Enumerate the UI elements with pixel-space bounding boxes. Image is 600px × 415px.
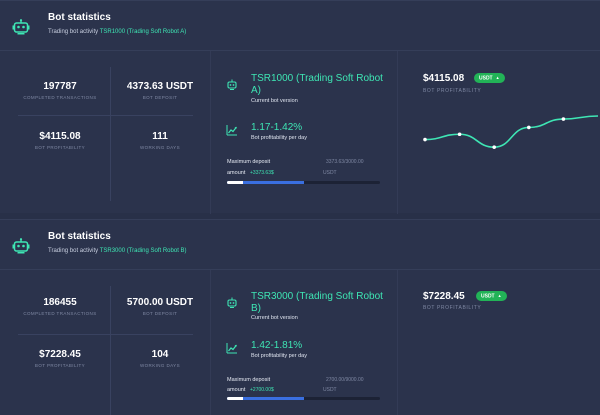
profitability-value: $7228.45 [423, 291, 465, 302]
stat-bot-deposit: 5700.00 USDT BOT DEPOSIT [110, 297, 210, 316]
profit-range-label: Bot profitability per day [251, 135, 307, 141]
max-deposit-value: 2700.00/9000.00 [326, 377, 364, 383]
profitability-value: $4115.08 [423, 73, 465, 84]
sparkline-point [457, 132, 462, 137]
stat-value: 197787 [43, 81, 77, 92]
stat-label: COMPLETED TRANSACTIONS [23, 311, 97, 316]
bot-name: TSR1000 (Trading Soft Robot A) [251, 73, 383, 96]
amount-label: amount [227, 387, 246, 393]
stat-label: WORKING DAYS [140, 145, 180, 150]
sparkline-point [423, 137, 427, 142]
robot-icon [227, 297, 237, 308]
profit-range-label: Bot profitability per day [251, 353, 307, 359]
divider [18, 115, 193, 116]
robot-icon [12, 19, 30, 35]
profit-sparkline [423, 115, 599, 149]
subtitle-bot-link[interactable]: TSR3000 (Trading Soft Robot B) [100, 248, 187, 254]
stat-working-days: 104 WORKING DAYS [110, 349, 210, 368]
bot-card-1: Bot statistics Trading bot activity TSR1… [0, 0, 600, 214]
bot-version-label: Current bot version [251, 315, 298, 321]
currency-dropdown[interactable]: USDT ▲ [476, 291, 507, 301]
stat-label: BOT DEPOSIT [142, 95, 178, 100]
chart-growth-icon [226, 343, 237, 354]
stat-value: 5700.00 USDT [126, 297, 194, 308]
deposit-progress-bar [227, 397, 380, 400]
robot-icon [227, 79, 237, 90]
stat-label: WORKING DAYS [140, 363, 180, 368]
divider [210, 270, 211, 415]
bot-card-2: Bot statistics Trading bot activity TSR3… [0, 219, 600, 415]
stat-label: COMPLETED TRANSACTIONS [23, 95, 97, 100]
stat-completed-transactions: 197787 COMPLETED TRANSACTIONS [10, 81, 110, 100]
divider [18, 334, 193, 335]
profit-range: 1.17-1.42% [251, 122, 303, 133]
currency-dropdown[interactable]: USDT ▲ [474, 73, 505, 83]
deposit-progress-fill [227, 397, 304, 400]
stat-label: BOT PROFITABILITY [34, 145, 86, 150]
stat-label: BOT DEPOSIT [142, 311, 178, 316]
stat-completed-transactions: 186455 COMPLETED TRANSACTIONS [10, 297, 110, 316]
stat-bot-profitability: $4115.08 BOT PROFITABILITY [10, 131, 110, 150]
stat-label: BOT PROFITABILITY [34, 363, 86, 368]
card-header: Bot statistics Trading bot activity TSR3… [0, 220, 600, 270]
divider [397, 270, 398, 415]
robot-icon [12, 238, 30, 254]
stat-working-days: 111 WORKING DAYS [110, 131, 210, 150]
profitability-label: BOT PROFITABILITY [423, 305, 482, 311]
chart-growth-icon [226, 125, 237, 136]
sparkline-point [492, 145, 496, 149]
sparkline-point [527, 125, 531, 130]
stat-value: 111 [152, 131, 168, 142]
divider [397, 51, 398, 214]
subtitle-prefix: Trading bot activity [48, 248, 99, 254]
stat-value: 186455 [43, 297, 77, 308]
max-deposit-label: Maximum deposit [227, 159, 271, 165]
card-subtitle: Trading bot activity TSR1000 (Trading So… [48, 29, 186, 35]
bot-version-label: Current bot version [251, 98, 298, 104]
profit-range: 1.42-1.81% [251, 340, 303, 351]
amount-value: +3373.63$ [250, 170, 274, 176]
stat-bot-profitability: $7228.45 BOT PROFITABILITY [10, 349, 110, 368]
divider [210, 51, 211, 214]
card-header: Bot statistics Trading bot activity TSR1… [0, 1, 600, 51]
amount-label: amount [227, 170, 246, 176]
stat-value: $7228.45 [39, 349, 81, 360]
deposit-progress-bar [227, 181, 380, 184]
sparkline-point [561, 117, 566, 121]
stat-bot-deposit: 4373.63 USDT BOT DEPOSIT [110, 81, 210, 100]
profitability-label: BOT PROFITABILITY [423, 88, 482, 94]
currency-dropdown-label: USDT [481, 293, 495, 300]
amount-value: +2700.00$ [250, 387, 274, 393]
caret-up-icon: ▲ [495, 75, 500, 80]
card-title: Bot statistics [48, 231, 111, 242]
card-title: Bot statistics [48, 12, 111, 23]
max-deposit-value: 3373.63/3000.00 [326, 159, 364, 165]
stat-value: 4373.63 USDT [126, 81, 194, 92]
subtitle-prefix: Trading bot activity [48, 29, 99, 35]
amount-currency: USDT [323, 170, 337, 176]
currency-dropdown-label: USDT [479, 75, 493, 82]
deposit-progress-fill [227, 181, 304, 184]
bot-name: TSR3000 (Trading Soft Robot B) [251, 291, 383, 314]
card-subtitle: Trading bot activity TSR3000 (Trading So… [48, 248, 187, 254]
stat-value: 104 [151, 349, 169, 360]
subtitle-bot-link[interactable]: TSR1000 (Trading Soft Robot A) [100, 29, 187, 35]
stat-value: $4115.08 [39, 131, 81, 142]
caret-up-icon: ▲ [497, 293, 502, 298]
sparkline-path [424, 115, 599, 148]
max-deposit-label: Maximum deposit [227, 377, 271, 383]
amount-currency: USDT [323, 387, 337, 393]
